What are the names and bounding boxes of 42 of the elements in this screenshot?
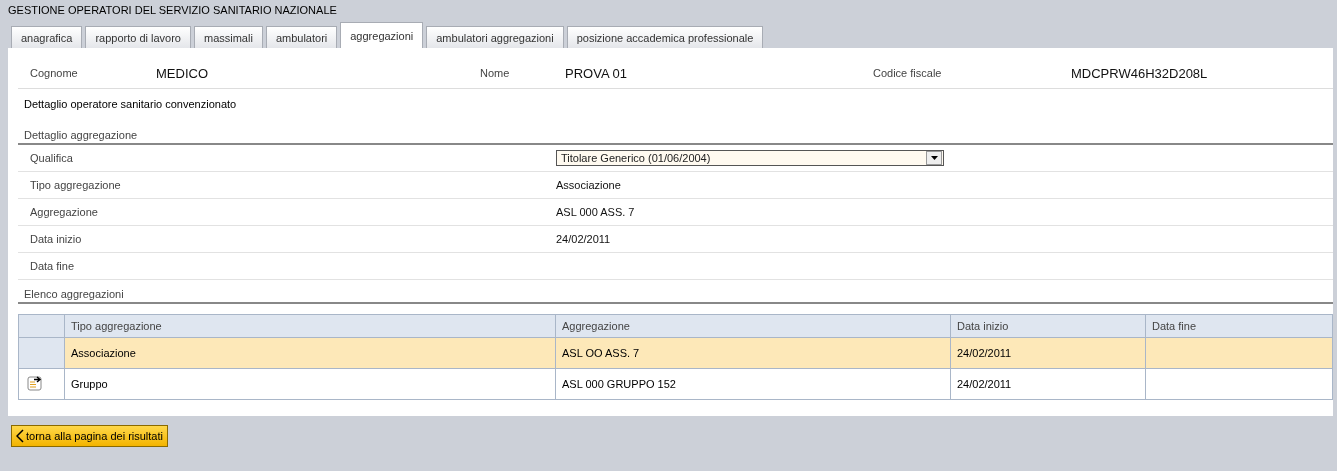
field-label: Codice fiscale [873,67,943,79]
tab[interactable]: ambulatori [265,26,338,48]
table-row[interactable]: Associazione ASL OO ASS. 7 24/02/2011 [18,337,1333,369]
field-label: Data inizio [30,233,83,245]
table-row[interactable]: Gruppo ASL 000 GRUPPO 152 24/02/2011 [18,368,1333,400]
tab[interactable]: posizione accademica professionale [566,26,764,48]
field-value: Associazione [556,179,621,191]
field-label: Tipo aggregazione [30,179,122,191]
table-cell: ASL OO ASS. 7 [555,337,951,369]
table-cell: 24/02/2011 [950,368,1146,400]
qualifica-dropdown[interactable]: Titolare Generico (01/06/2004) [556,150,944,166]
field-value: ASL 000 ASS. 7 [556,206,635,218]
field-label: Qualifica [30,152,74,164]
table-cell: 24/02/2011 [950,337,1146,369]
table-cell: ASL 000 GRUPPO 152 [555,368,951,400]
section-title: Elenco aggregazioni [18,286,1333,304]
tab[interactable]: aggregazioni [340,22,424,48]
field-label: Cognome [30,67,79,79]
column-header: Data inizio [950,314,1146,338]
column-header: Tipo aggregazione [64,314,556,338]
field-value: PROVA 01 [565,65,628,81]
page-title: GESTIONE OPERATORI DEL SERVIZIO SANITARIO NAZIONALE [8,3,338,18]
field-value: 24/02/2011 [556,233,611,245]
field-value: MDCPRW46H32D208L [1071,65,1209,81]
table-cell: Gruppo [64,368,556,400]
field-label: Nome [480,67,511,79]
back-button[interactable]: torna alla pagina dei risultati [11,425,168,447]
field-value: MEDICO [156,65,209,81]
tab[interactable]: rapporto di lavoro [85,26,191,48]
section-title: Dettaglio aggregazione [18,127,1333,145]
chevron-left-icon [16,429,24,443]
field-label: Data fine [30,260,76,272]
tab[interactable]: ambulatori aggregazioni [426,26,564,48]
edit-icon[interactable] [27,375,43,391]
column-header: Data fine [1145,314,1333,338]
section-subtitle: Dettaglio operatore sanitario convenzionato [23,97,238,112]
tab[interactable]: massimali [194,26,263,48]
field-label: Aggregazione [30,206,99,218]
column-header: Aggregazione [555,314,951,338]
table-cell: Associazione [64,337,556,369]
tab[interactable]: anagrafica [11,26,83,48]
header-cell [18,314,65,338]
